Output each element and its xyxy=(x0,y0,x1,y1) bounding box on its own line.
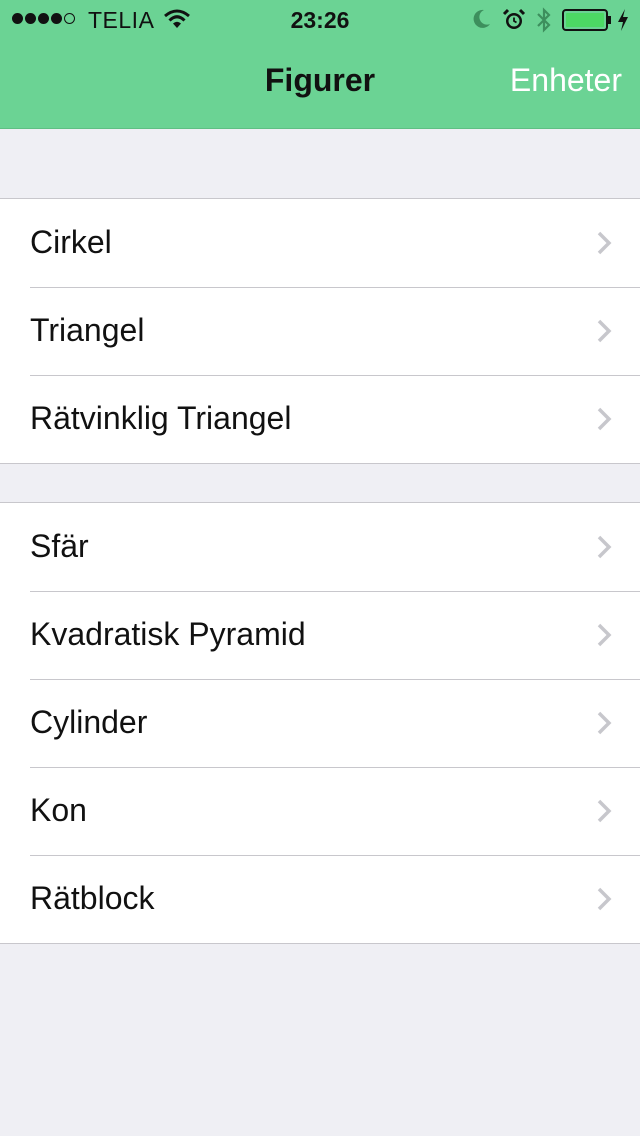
charging-bolt-icon xyxy=(618,9,628,31)
list-item-label: Rätblock xyxy=(30,880,155,916)
list-item-cylinder[interactable]: Cylinder xyxy=(0,679,640,767)
list-item-label: Triangel xyxy=(30,312,145,348)
chevron-right-icon xyxy=(597,231,612,255)
status-bar: TELIA 23:26 xyxy=(0,0,640,40)
list-item-ratblock[interactable]: Rätblock xyxy=(0,855,640,943)
list-item-cirkel[interactable]: Cirkel xyxy=(0,199,640,287)
list-item-ratvinklig-triangel[interactable]: Rätvinklig Triangel xyxy=(0,375,640,463)
chevron-right-icon xyxy=(597,711,612,735)
shapes-2d-group: Cirkel Triangel Rätvinklig Triangel xyxy=(0,198,640,464)
chevron-right-icon xyxy=(597,319,612,343)
list-item-label: Sfär xyxy=(30,528,89,564)
chevron-right-icon xyxy=(597,799,612,823)
enheter-button[interactable]: Enheter xyxy=(510,62,622,99)
battery-icon xyxy=(562,9,611,31)
list-item-kvadratisk-pyramid[interactable]: Kvadratisk Pyramid xyxy=(0,591,640,679)
chevron-right-icon xyxy=(597,887,612,911)
bluetooth-icon xyxy=(537,7,551,33)
list-item-label: Kvadratisk Pyramid xyxy=(30,616,306,652)
alarm-icon xyxy=(502,8,526,29)
list-item-label: Cylinder xyxy=(30,704,148,740)
header: TELIA 23:26 Figurer Enheter xyxy=(0,0,640,129)
list-item-triangel[interactable]: Triangel xyxy=(0,287,640,375)
shapes-3d-group: Sfär Kvadratisk Pyramid Cylinder Kon Rät… xyxy=(0,502,640,944)
list-item-label: Cirkel xyxy=(30,224,112,260)
chevron-right-icon xyxy=(597,535,612,559)
list-item-label: Kon xyxy=(30,792,87,828)
chevron-right-icon xyxy=(597,623,612,647)
list-item-kon[interactable]: Kon xyxy=(0,767,640,855)
list-item-sfar[interactable]: Sfär xyxy=(0,503,640,591)
moon-icon xyxy=(473,9,490,28)
chevron-right-icon xyxy=(597,407,612,431)
list-item-label: Rätvinklig Triangel xyxy=(30,400,292,436)
